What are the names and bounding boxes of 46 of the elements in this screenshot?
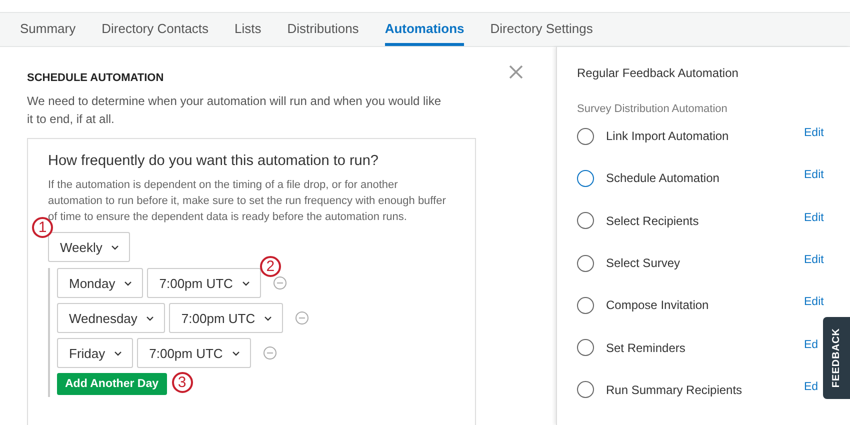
- nav-tab[interactable]: Lists: [234, 13, 262, 46]
- close-icon[interactable]: [509, 65, 523, 79]
- caret-icon: [232, 350, 240, 356]
- nav-tab[interactable]: Distributions: [287, 13, 359, 46]
- caret-icon: [264, 316, 272, 320]
- question-heading: How frequently do you want this automation to run?: [48, 153, 380, 169]
- step-label: Select Survey: [606, 256, 682, 270]
- callout-number: 3: [172, 372, 192, 393]
- automation-title: Regular Feedback Automation: [577, 66, 740, 80]
- caret-icon: [146, 316, 154, 320]
- feedback-tab[interactable]: FEEDBACK: [823, 317, 850, 399]
- nav-tab[interactable]: Directory Settings: [490, 13, 593, 46]
- caret-icon: [242, 280, 250, 286]
- step-label: Run Summary Recipients: [606, 382, 744, 397]
- remove-icon[interactable]: [272, 276, 287, 290]
- nav-tab[interactable]: Directory Contacts: [102, 13, 209, 46]
- step-label: Select Recipients: [606, 214, 700, 228]
- step-label: Set Reminders: [606, 340, 686, 355]
- nav-tab[interactable]: Summary: [20, 13, 76, 46]
- day-dropdown[interactable]: Monday: [57, 268, 144, 298]
- panel-description: We need to determine when your automation will run and when you would like it to end, if at all.: [27, 93, 442, 128]
- caret-icon: [124, 280, 132, 286]
- remove-icon[interactable]: [295, 311, 310, 325]
- edit-link[interactable]: Edit: [804, 212, 824, 224]
- time-dropdown[interactable]: 7:00pm UTC: [147, 268, 261, 298]
- edit-link[interactable]: Edit: [804, 254, 824, 266]
- automation-subtitle: Survey Distribution Automation: [577, 103, 728, 115]
- time-dropdown[interactable]: 7:00pm UTC: [137, 338, 251, 368]
- edit-link[interactable]: Edit: [804, 169, 824, 182]
- frequency-dropdown[interactable]: Weekly: [48, 232, 130, 262]
- edit-link[interactable]: Ed: [804, 380, 818, 393]
- panel-title: SCHEDULE AUTOMATION: [27, 72, 164, 84]
- nav-tab[interactable]: Automations: [384, 13, 464, 46]
- caret-icon: [111, 244, 120, 250]
- step-label: Schedule Automation: [606, 171, 720, 186]
- remove-icon[interactable]: [262, 346, 277, 360]
- step-label: Link Import Automation: [606, 129, 730, 144]
- day-dropdown[interactable]: Wednesday: [57, 303, 166, 333]
- edit-link[interactable]: Edit: [804, 296, 824, 308]
- callout-number: 2: [260, 256, 281, 277]
- day-dropdown[interactable]: Friday: [57, 338, 134, 368]
- caret-icon: [114, 350, 122, 356]
- edit-link[interactable]: Edit: [804, 127, 824, 140]
- time-dropdown[interactable]: 7:00pm UTC: [169, 303, 284, 333]
- edit-link[interactable]: Ed: [804, 338, 818, 351]
- step-label: Compose Invitation: [606, 298, 710, 312]
